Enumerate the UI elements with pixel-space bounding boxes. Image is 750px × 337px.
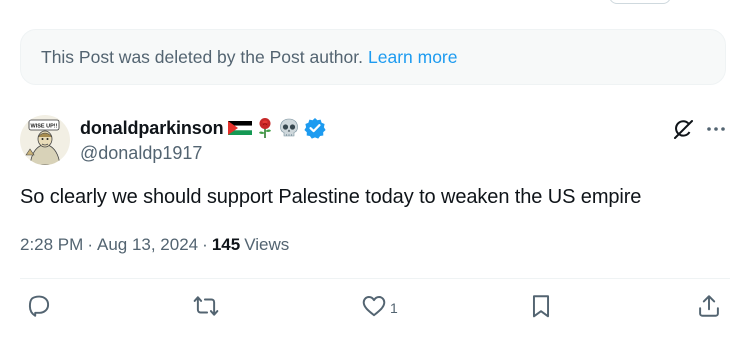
post-date[interactable]: Aug 13, 2024 (97, 235, 198, 255)
divider (20, 278, 730, 279)
repost-button[interactable] (193, 294, 222, 322)
author-name-row: donaldparkinson (80, 116, 326, 140)
share-icon (696, 293, 722, 324)
rose-icon (256, 117, 274, 139)
bookmark-icon (528, 293, 554, 324)
verified-badge-icon[interactable] (303, 117, 326, 139)
skull-icon (278, 117, 300, 139)
post-text: So clearly we should support Palestine t… (20, 186, 642, 208)
grok-icon[interactable] (672, 118, 694, 140)
more-options-icon[interactable] (705, 119, 727, 139)
share-button[interactable] (696, 294, 722, 322)
meta-separator: · (202, 235, 208, 254)
avatar[interactable]: WISE UP!! (20, 115, 70, 165)
like-count: 1 (390, 300, 398, 316)
deleted-post-notice: This Post was deleted by the Post author… (20, 29, 726, 85)
views-label: Views (244, 235, 290, 254)
deleted-notice-text: This Post was deleted by the Post author… (41, 46, 363, 67)
reply-button[interactable] (26, 294, 55, 322)
post-meta: 2:28 PM · Aug 13, 2024 · 145 Views (20, 235, 289, 255)
post-time[interactable]: 2:28 PM (20, 235, 83, 255)
learn-more-link[interactable]: Learn more (368, 47, 458, 68)
previous-post-button-edge[interactable] (609, 0, 671, 4)
heart-icon (361, 293, 387, 324)
author-display-name[interactable]: donaldparkinson (80, 118, 224, 139)
reply-icon (26, 293, 52, 324)
svg-text:WISE UP!!: WISE UP!! (31, 124, 58, 130)
bookmark-button[interactable] (528, 294, 554, 322)
meta-separator: · (87, 235, 93, 254)
author-handle[interactable]: @donaldp1917 (80, 143, 202, 164)
views-count: 145 (211, 235, 241, 254)
palestine-flag-icon (227, 121, 252, 135)
repost-icon (193, 293, 219, 324)
like-button[interactable]: 1 (361, 294, 398, 322)
